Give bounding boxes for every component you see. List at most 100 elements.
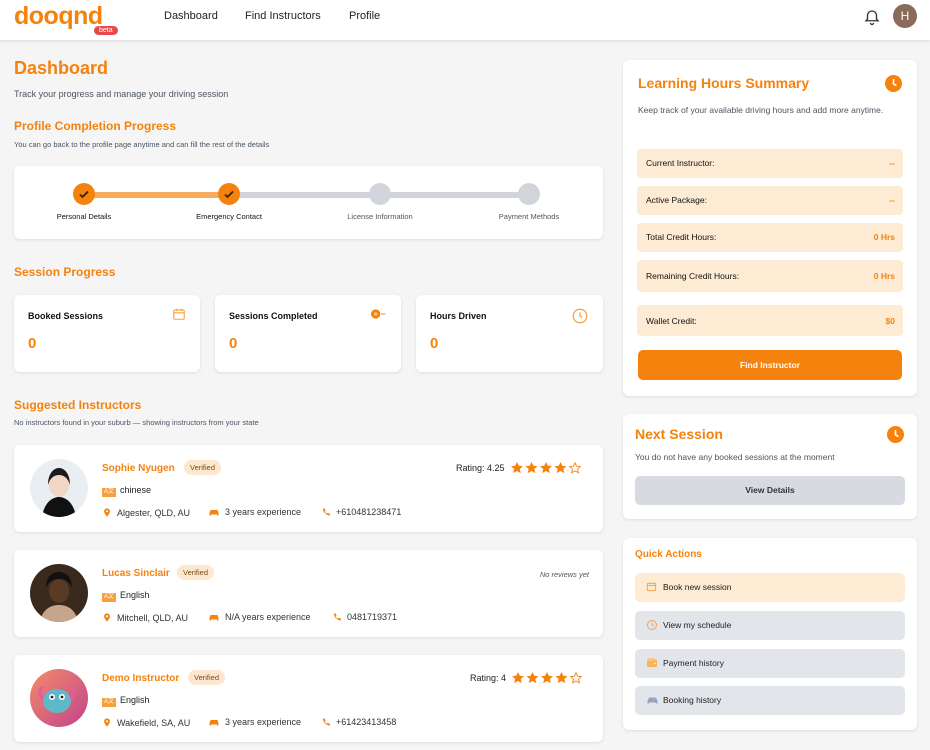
star-rating-icons <box>510 461 581 476</box>
next-session-title: Next Session <box>635 426 723 442</box>
calendar-icon <box>173 308 185 320</box>
info-label: Wallet Credit: <box>646 316 697 326</box>
info-wallet-credit: Wallet Credit: $0 <box>637 305 903 336</box>
user-avatar[interactable]: H <box>893 4 917 28</box>
instructor-language: A文 English <box>102 695 150 707</box>
info-label: Active Package: <box>646 195 707 205</box>
info-value: $0 <box>885 316 895 326</box>
instructor-phone[interactable]: +610481238471 <box>321 507 401 517</box>
next-session-card: Next Session You do not have any booked … <box>623 414 917 519</box>
profile-progress-subtitle: You can go back to the profile page anyt… <box>14 140 270 149</box>
language-icon: A文 <box>102 488 116 497</box>
location-pin-icon <box>104 508 110 517</box>
language-icon: A文 <box>102 593 116 602</box>
next-session-text: You do not have any booked sessions at t… <box>635 452 835 462</box>
language-text: chinese <box>120 485 152 495</box>
instructor-experience: 3 years experience <box>208 717 301 727</box>
instructor-photo <box>30 459 88 517</box>
experience-text: 3 years experience <box>225 717 302 727</box>
instructor-name[interactable]: Lucas Sinclair <box>102 568 170 579</box>
quick-action-view-schedule[interactable]: View my schedule <box>635 611 905 640</box>
clock-icon <box>572 308 588 324</box>
language-text: English <box>120 590 150 600</box>
stat-value: 0 <box>28 335 37 352</box>
profile-progress-card: Personal Details Emergency Contact Licen… <box>14 166 603 239</box>
stat-value: 0 <box>229 335 238 352</box>
wallet-icon <box>647 658 657 667</box>
info-label: Current Instructor: <box>646 158 715 168</box>
language-text: English <box>120 695 150 705</box>
info-label: Total Credit Hours: <box>646 232 717 242</box>
nav-find-instructors[interactable]: Find Instructors <box>245 10 321 22</box>
session-progress-title: Session Progress <box>14 265 116 279</box>
phone-text: +61423413458 <box>336 717 397 727</box>
quick-actions-card: Quick Actions Book new session View my s… <box>623 538 917 730</box>
instructor-photo <box>30 669 88 727</box>
phone-text: 0481719371 <box>347 612 398 622</box>
steering-wheel-icon <box>371 309 386 319</box>
instructor-card[interactable]: Sophie Nyugen Verified A文 chinese Algeste… <box>14 445 603 532</box>
info-current-instructor: Current Instructor: -- <box>637 149 903 178</box>
experience-text: N/A years experience <box>225 612 311 622</box>
no-reviews-text: No reviews yet <box>539 570 589 579</box>
location-text: Mitchell, QLD, AU <box>117 613 189 623</box>
beta-badge: beta <box>94 26 118 35</box>
instructor-name[interactable]: Demo Instructor <box>102 673 179 684</box>
stat-label: Booked Sessions <box>28 311 104 321</box>
step-dot-personal[interactable] <box>73 183 95 205</box>
nav-dashboard[interactable]: Dashboard <box>164 10 218 22</box>
calendar-icon <box>646 582 657 592</box>
instructor-location: Wakefield, SA, AU <box>102 717 190 728</box>
info-total-credit-hours: Total Credit Hours: 0 Hrs <box>637 223 903 252</box>
suggested-instructors-title: Suggested Instructors <box>14 398 142 412</box>
page-title: Dashboard <box>14 58 109 78</box>
instructor-card[interactable]: Lucas Sinclair Verified A文 English Mitche… <box>14 550 603 637</box>
instructor-card[interactable]: Demo Instructor Verified A文 English Wakef… <box>14 655 603 742</box>
step-label-license: License Information <box>347 212 413 221</box>
instructor-rating: Rating: 4 <box>470 671 583 686</box>
instructor-location: Algester, QLD, AU <box>102 507 190 518</box>
bell-icon[interactable] <box>863 8 881 26</box>
instructor-photo <box>30 564 88 622</box>
rating-text: Rating: 4 <box>470 673 507 683</box>
instructor-language: A文 English <box>102 590 150 602</box>
step-dot-payment[interactable] <box>518 183 540 205</box>
instructor-phone[interactable]: 0481719371 <box>332 612 397 622</box>
stat-label: Hours Driven <box>430 311 487 321</box>
verified-badge: Verified <box>188 670 226 685</box>
quick-action-label: Payment history <box>663 658 724 668</box>
car-icon <box>209 720 219 726</box>
quick-action-book-session[interactable]: Book new session <box>635 573 905 602</box>
instructor-location: Mitchell, QLD, AU <box>102 612 188 623</box>
car-icon <box>209 510 219 516</box>
step-dot-license[interactable] <box>369 183 391 205</box>
quick-action-payment-history[interactable]: Payment history <box>635 649 905 678</box>
step-label-personal: Personal Details <box>56 212 112 221</box>
instructor-language: A文 chinese <box>102 485 151 497</box>
quick-actions-title: Quick Actions <box>635 549 702 560</box>
check-icon <box>224 190 234 199</box>
nav-profile[interactable]: Profile <box>349 10 380 22</box>
info-value: 0 Hrs <box>873 232 895 242</box>
step-dot-emergency[interactable] <box>218 183 240 205</box>
verified-badge: Verified <box>184 460 222 475</box>
quick-action-label: View my schedule <box>663 620 732 630</box>
learning-hours-card: Learning Hours Summary Keep track of you… <box>623 60 917 396</box>
find-instructor-button[interactable]: Find Instructor <box>638 350 902 380</box>
instructor-experience: N/A years experience <box>208 612 311 622</box>
quick-action-booking-history[interactable]: Booking history <box>635 686 905 715</box>
instructor-phone[interactable]: +61423413458 <box>321 717 396 727</box>
stat-value: 0 <box>430 335 439 352</box>
star-rating-icons <box>512 671 583 686</box>
clock-icon <box>887 426 904 443</box>
phone-icon <box>323 718 331 726</box>
check-icon <box>79 190 89 199</box>
profile-progress-title: Profile Completion Progress <box>14 119 177 133</box>
quick-action-label: Book new session <box>663 582 732 592</box>
view-details-button[interactable]: View Details <box>635 476 905 505</box>
logo[interactable]: dooqnd <box>14 2 103 31</box>
instructor-name[interactable]: Sophie Nyugen <box>102 463 175 474</box>
instructor-experience: 3 years experience <box>208 507 301 517</box>
quick-action-label: Booking history <box>663 695 722 705</box>
page-subtitle: Track your progress and manage your driv… <box>14 89 229 99</box>
